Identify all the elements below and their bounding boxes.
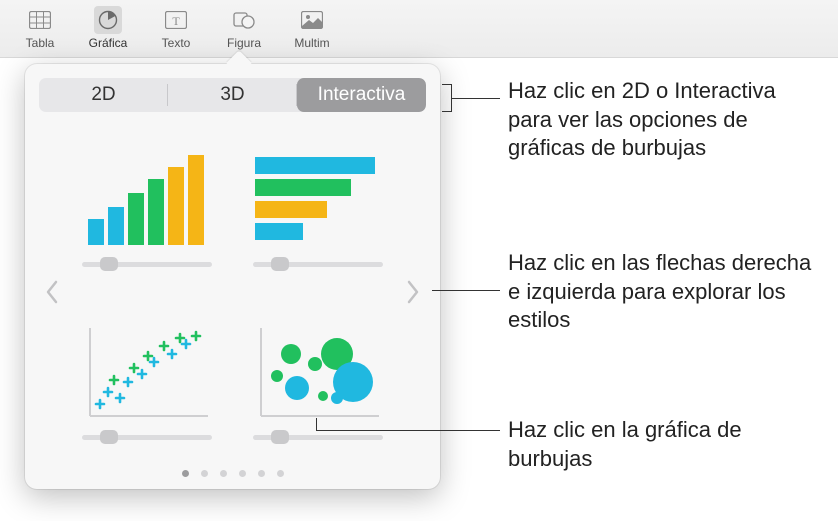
text-icon: T [162, 6, 190, 34]
tab-interactive[interactable]: Interactiva [297, 78, 426, 112]
chart-option-bar[interactable] [241, 128, 397, 283]
toolbar: Tabla Gráfica T Texto Figura Multim [0, 0, 838, 58]
scatter-chart-thumb [77, 314, 217, 422]
media-icon [298, 6, 326, 34]
callout-tabs: Haz clic en 2D o Interactiva para ver la… [508, 77, 818, 163]
callout-leader [316, 430, 500, 431]
chevron-left-icon [45, 280, 59, 304]
bar-chart-thumb [248, 141, 388, 249]
toolbar-item-shape[interactable]: Figura [224, 6, 264, 50]
page-dot[interactable] [239, 470, 246, 477]
chevron-right-icon [406, 280, 420, 304]
callout-leader-vert [316, 418, 317, 430]
toolbar-item-table[interactable]: Tabla [20, 6, 60, 50]
svg-text:T: T [172, 14, 180, 28]
tab-3d[interactable]: 3D [168, 78, 297, 112]
table-icon [26, 6, 54, 34]
prev-style-arrow[interactable] [39, 267, 65, 317]
toolbar-label: Texto [162, 36, 191, 50]
page-dot[interactable] [182, 470, 189, 477]
scatter-chart-slider[interactable] [82, 430, 212, 444]
chart-type-segmented-control: 2D 3D Interactiva [39, 78, 426, 112]
next-style-arrow[interactable] [400, 267, 426, 317]
chart-popover: 2D 3D Interactiva [25, 64, 440, 489]
bubble-chart-thumb [248, 314, 388, 422]
bar-chart-slider[interactable] [253, 257, 383, 271]
callout-bracket [442, 84, 452, 112]
page-dot[interactable] [201, 470, 208, 477]
callout-arrows: Haz clic en las flechas derecha e izquie… [508, 249, 828, 335]
tab-2d[interactable]: 2D [39, 78, 168, 112]
column-chart-thumb [77, 141, 217, 249]
chart-grid [65, 122, 400, 462]
column-chart-slider[interactable] [82, 257, 212, 271]
callout-leader [452, 98, 500, 99]
chart-option-bubble[interactable] [241, 301, 397, 456]
page-dot[interactable] [277, 470, 284, 477]
toolbar-label: Multim [294, 36, 329, 50]
chart-icon [94, 6, 122, 34]
bubble-chart-slider[interactable] [253, 430, 383, 444]
chart-option-scatter[interactable] [69, 301, 225, 456]
chart-gallery [39, 122, 426, 462]
chart-option-column[interactable] [69, 128, 225, 283]
toolbar-label: Tabla [26, 36, 55, 50]
page-dot[interactable] [220, 470, 227, 477]
page-indicator[interactable] [39, 462, 426, 479]
toolbar-item-chart[interactable]: Gráfica [88, 6, 128, 50]
toolbar-label: Figura [227, 36, 261, 50]
callout-leader [432, 290, 500, 291]
toolbar-label: Gráfica [89, 36, 128, 50]
toolbar-item-text[interactable]: T Texto [156, 6, 196, 50]
toolbar-item-media[interactable]: Multim [292, 6, 332, 50]
callout-bubble: Haz clic en la gráfica de burbujas [508, 416, 818, 473]
shape-icon [230, 6, 258, 34]
page-dot[interactable] [258, 470, 265, 477]
